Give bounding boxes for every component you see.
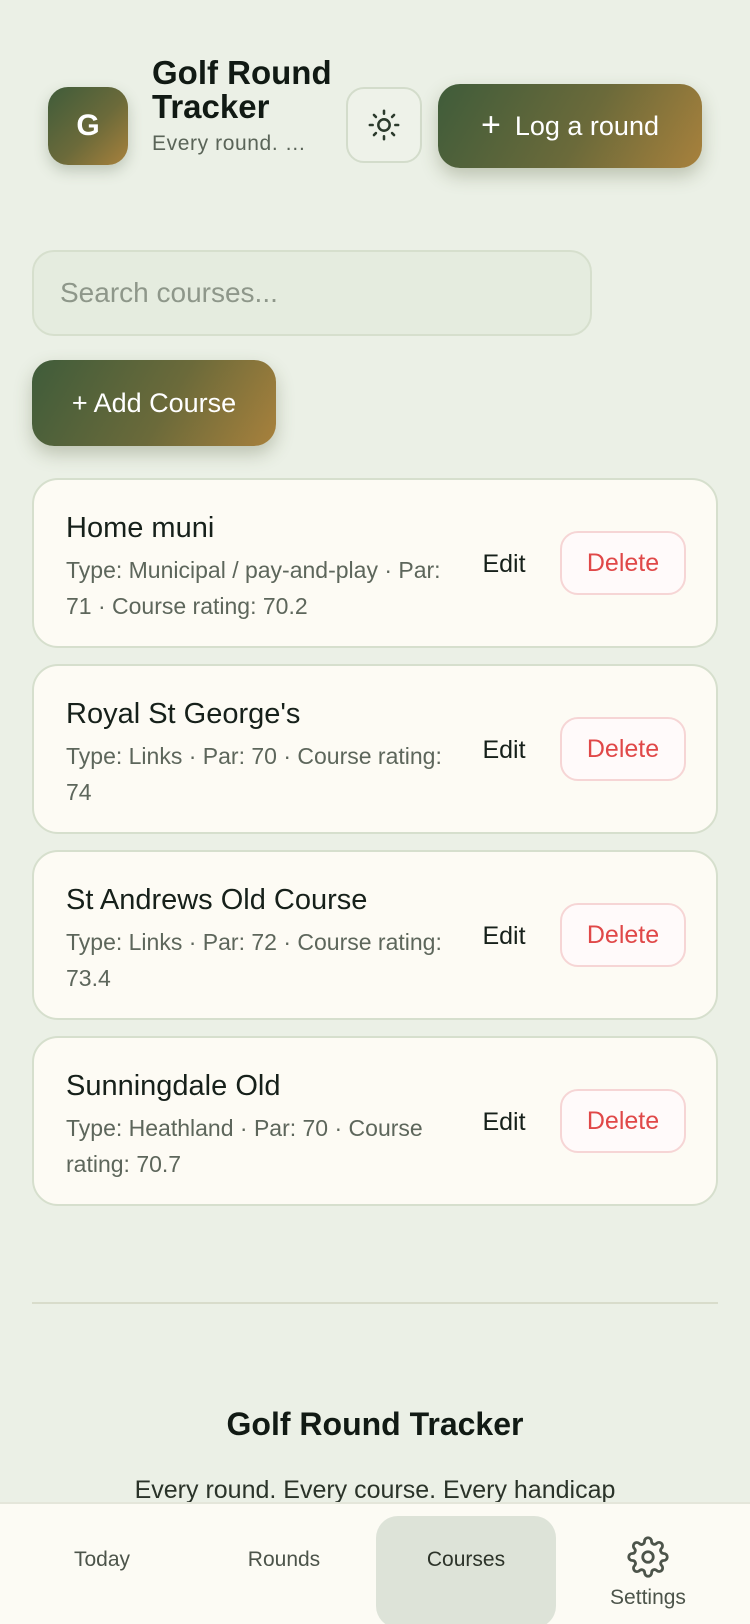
tab-courses-label: Courses xyxy=(426,1548,506,1571)
app-tagline: Every round. Every course. Every handica… xyxy=(152,132,317,155)
sun-icon xyxy=(368,109,400,141)
edit-course-button[interactable]: Edit xyxy=(464,532,544,596)
course-meta: Type: Heathland · Par: 70 · Course ratin… xyxy=(66,1115,423,1177)
add-course-button[interactable]: + Add Course xyxy=(32,360,276,446)
course-name: Royal St George's xyxy=(66,698,301,730)
course-meta: Type: Links · Par: 72 · Course rating: 7… xyxy=(66,929,442,991)
course-meta: Type: Links · Par: 70 · Course rating: 7… xyxy=(66,743,442,805)
delete-course-button[interactable]: Delete xyxy=(560,531,686,595)
footer-divider xyxy=(32,1302,718,1304)
bottom-nav: Today Rounds Courses Settings xyxy=(0,1502,750,1624)
log-round-label: Log a round xyxy=(514,110,659,141)
app-header: G Golf Round Tracker Every round. Every … xyxy=(0,0,750,230)
course-name: Home muni xyxy=(66,512,215,544)
course-list: Home muni Type: Municipal / pay-and-play… xyxy=(32,478,718,1222)
delete-course-button[interactable]: Delete xyxy=(560,903,686,967)
courses-screen: G Golf Round Tracker Every round. Every … xyxy=(0,0,750,1624)
log-round-button[interactable]: + Log a round xyxy=(438,84,702,168)
edit-course-button[interactable]: Edit xyxy=(464,904,544,968)
course-card: Royal St George's Type: Links · Par: 70 … xyxy=(32,664,718,834)
app-logo: G xyxy=(48,87,128,165)
course-meta: Type: Municipal / pay-and-play · Par: 71… xyxy=(66,557,441,619)
course-card: Home muni Type: Municipal / pay-and-play… xyxy=(32,478,718,648)
footer-tagline: Every round. Every course. Every handica… xyxy=(134,1476,616,1504)
course-name: Sunningdale Old xyxy=(66,1070,281,1102)
delete-course-button[interactable]: Delete xyxy=(560,1089,686,1153)
tab-today[interactable]: Today xyxy=(12,1516,192,1624)
delete-course-button[interactable]: Delete xyxy=(560,717,686,781)
tab-rounds[interactable]: Rounds xyxy=(194,1516,374,1624)
search-courses-input[interactable] xyxy=(32,250,592,336)
course-info: St Andrews Old Course Type: Links · Par:… xyxy=(66,882,446,996)
course-name: St Andrews Old Course xyxy=(66,884,368,916)
tab-settings[interactable]: Settings xyxy=(558,1516,738,1624)
course-card: St Andrews Old Course Type: Links · Par:… xyxy=(32,850,718,1020)
edit-course-button[interactable]: Edit xyxy=(464,718,544,782)
course-info: Home muni Type: Municipal / pay-and-play… xyxy=(66,510,446,624)
brand: Golf Round Tracker Every round. Every co… xyxy=(152,56,332,156)
gear-icon xyxy=(627,1536,669,1578)
course-info: Royal St George's Type: Links · Par: 70 … xyxy=(66,696,446,810)
edit-course-button[interactable]: Edit xyxy=(464,1090,544,1154)
tab-today-label: Today xyxy=(73,1548,131,1571)
course-card: Sunningdale Old Type: Heathland · Par: 7… xyxy=(32,1036,718,1206)
tab-settings-label: Settings xyxy=(610,1586,686,1609)
tab-courses[interactable]: Courses xyxy=(376,1516,556,1624)
footer-title: Golf Round Tracker xyxy=(226,1406,524,1442)
plus-icon: + xyxy=(481,105,501,144)
theme-toggle-button[interactable] xyxy=(346,87,422,163)
tab-rounds-label: Rounds xyxy=(247,1548,321,1571)
course-info: Sunningdale Old Type: Heathland · Par: 7… xyxy=(66,1068,446,1182)
app-title: Golf Round Tracker xyxy=(152,54,332,125)
